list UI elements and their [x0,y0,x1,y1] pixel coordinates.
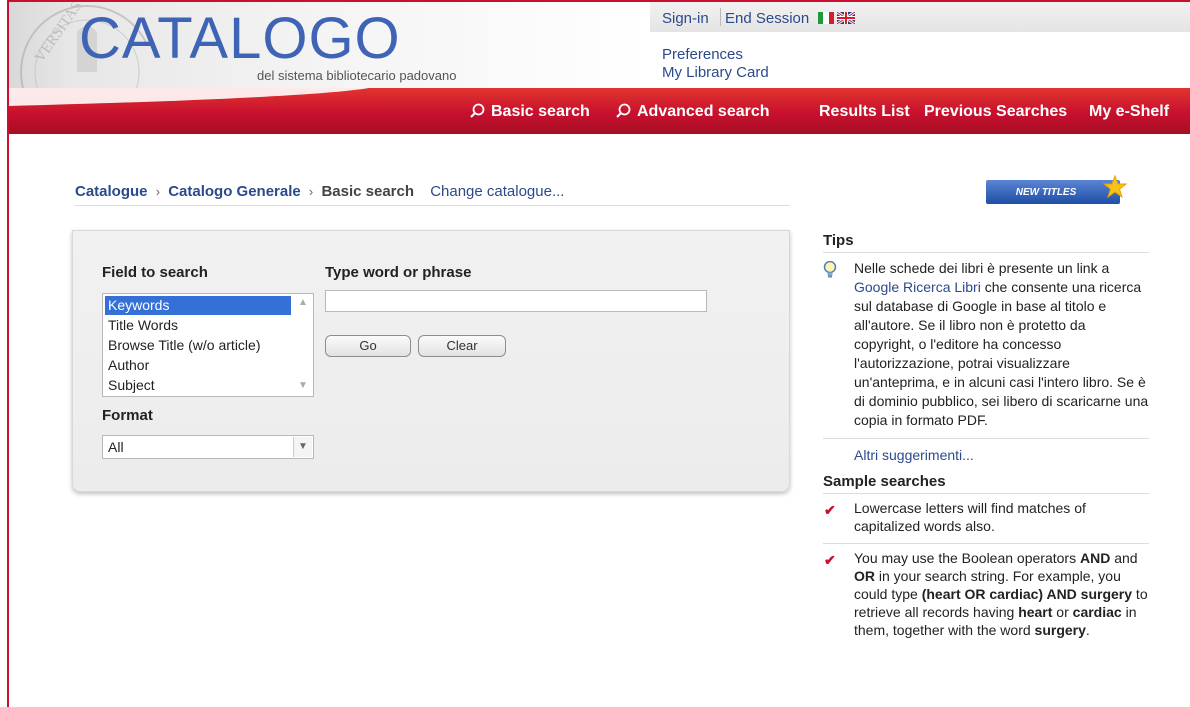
chevron-down-icon[interactable]: ▼ [293,437,312,457]
header: VERSITAS STUDII CATALOGO del sistema bib… [9,2,1190,88]
scroll-down-icon[interactable]: ▼ [298,380,308,391]
search-icon [470,103,485,118]
preference-links: Preferences My Library Card [662,46,769,82]
catalogo-logo[interactable]: CATALOGO [79,10,401,68]
star-icon [1103,175,1127,199]
sample-text: . [1085,622,1090,638]
tip-text-before: Nelle schede dei libri è presente un lin… [854,260,1110,276]
google-books-link[interactable]: Google Ricerca Libri [854,279,981,295]
sample-bold: (heart OR cardiac) AND surgery [921,586,1133,602]
main-nav-bar: Basic search Advanced search Results Lis… [9,88,1190,134]
sample-bold: OR [854,568,875,584]
sample-search-item: ✔ Lowercase letters will find matches of… [823,494,1149,544]
sample-bold: AND [1079,550,1111,566]
change-catalogue-link[interactable]: Change catalogue... [430,183,564,200]
field-option-title-words[interactable]: Title Words [105,316,291,335]
lightbulb-icon [823,261,837,278]
header-banner: VERSITAS STUDII CATALOGO del sistema bib… [9,2,649,88]
breadcrumb-separator-icon: › [308,184,314,199]
preferences-link[interactable]: Preferences [662,46,769,64]
end-session-link[interactable]: End Session [725,10,809,27]
nav-advanced-search-label: Advanced search [637,103,770,120]
sample-bold: cardiac [1072,604,1122,620]
format-selected-value: All [108,439,124,455]
search-panel: Field to search Type word or phrase Keyw… [72,230,790,492]
new-titles-button[interactable]: NEW TITLES [986,180,1120,204]
nav-eshelf[interactable]: My e-Shelf [1089,103,1169,121]
breadcrumb-current: Basic search [321,183,415,200]
field-option-browse-title[interactable]: Browse Title (w/o article) [105,336,291,355]
field-option-subject[interactable]: Subject [105,376,291,395]
nav-basic-search-label: Basic search [491,103,590,120]
clear-button[interactable]: Clear [418,335,506,357]
italian-flag-icon[interactable] [818,12,834,24]
nav-basic-search[interactable]: Basic search [470,103,590,121]
nav-previous-searches[interactable]: Previous Searches [924,103,1067,121]
tips-heading: Tips [823,232,1149,253]
tip-text-after: che consente una ricerca sul database di… [854,279,1149,428]
nav-bar-curve [9,88,369,106]
sample-search-item: ✔ You may use the Boolean operators AND … [823,544,1149,647]
field-select-list[interactable]: Keywords Title Words Browse Title (w/o a… [102,293,314,397]
checkmark-icon: ✔ [824,502,836,518]
type-word-label: Type word or phrase [325,264,472,281]
breadcrumb-separator-icon: › [155,184,161,199]
go-button[interactable]: Go [325,335,411,357]
sample-bold: heart [1018,604,1053,620]
breadcrumb-divider [75,205,790,206]
top-links-bar: Sign-in End Session [650,2,1190,32]
top-link-divider [720,8,721,26]
field-list-scrollbar[interactable]: ▲ ▼ [293,294,313,396]
tips-sidebar: Tips Nelle schede dei libri è presente u… [823,232,1149,647]
tip-google-books: Nelle schede dei libri è presente un lin… [823,253,1149,439]
sample-text: or [1052,604,1073,620]
sample-searches-heading: Sample searches [823,469,1149,494]
nav-results-list[interactable]: Results List [819,103,910,121]
checkmark-icon: ✔ [824,552,836,568]
new-titles-label: NEW TITLES [1015,186,1077,198]
search-word-input[interactable] [325,290,707,312]
library-card-link[interactable]: My Library Card [662,64,769,82]
uk-flag-icon[interactable] [837,12,855,24]
nav-advanced-search[interactable]: Advanced search [616,103,770,121]
field-to-search-label: Field to search [102,264,208,281]
sign-in-link[interactable]: Sign-in [662,10,709,27]
sample-text: and [1110,550,1138,566]
sample-text: You may use the Boolean operators [854,550,1080,566]
logo-subtitle: del sistema bibliotecario padovano [257,68,457,83]
breadcrumb: Catalogue › Catalogo Generale › Basic se… [75,183,564,200]
field-option-author[interactable]: Author [105,356,291,375]
format-label: Format [102,407,153,424]
more-tips-link[interactable]: Altri suggerimenti... [823,439,1149,469]
breadcrumb-catalogo-generale[interactable]: Catalogo Generale [168,183,301,200]
sample-text: Lowercase letters will find matches of c… [854,500,1086,534]
field-option-keywords[interactable]: Keywords [105,296,291,315]
language-flags [818,12,855,24]
sample-bold: surgery [1034,622,1086,638]
scroll-up-icon[interactable]: ▲ [298,297,308,308]
format-select[interactable]: All ▼ [102,435,314,459]
breadcrumb-catalogue[interactable]: Catalogue [75,183,148,200]
search-icon [616,103,631,118]
